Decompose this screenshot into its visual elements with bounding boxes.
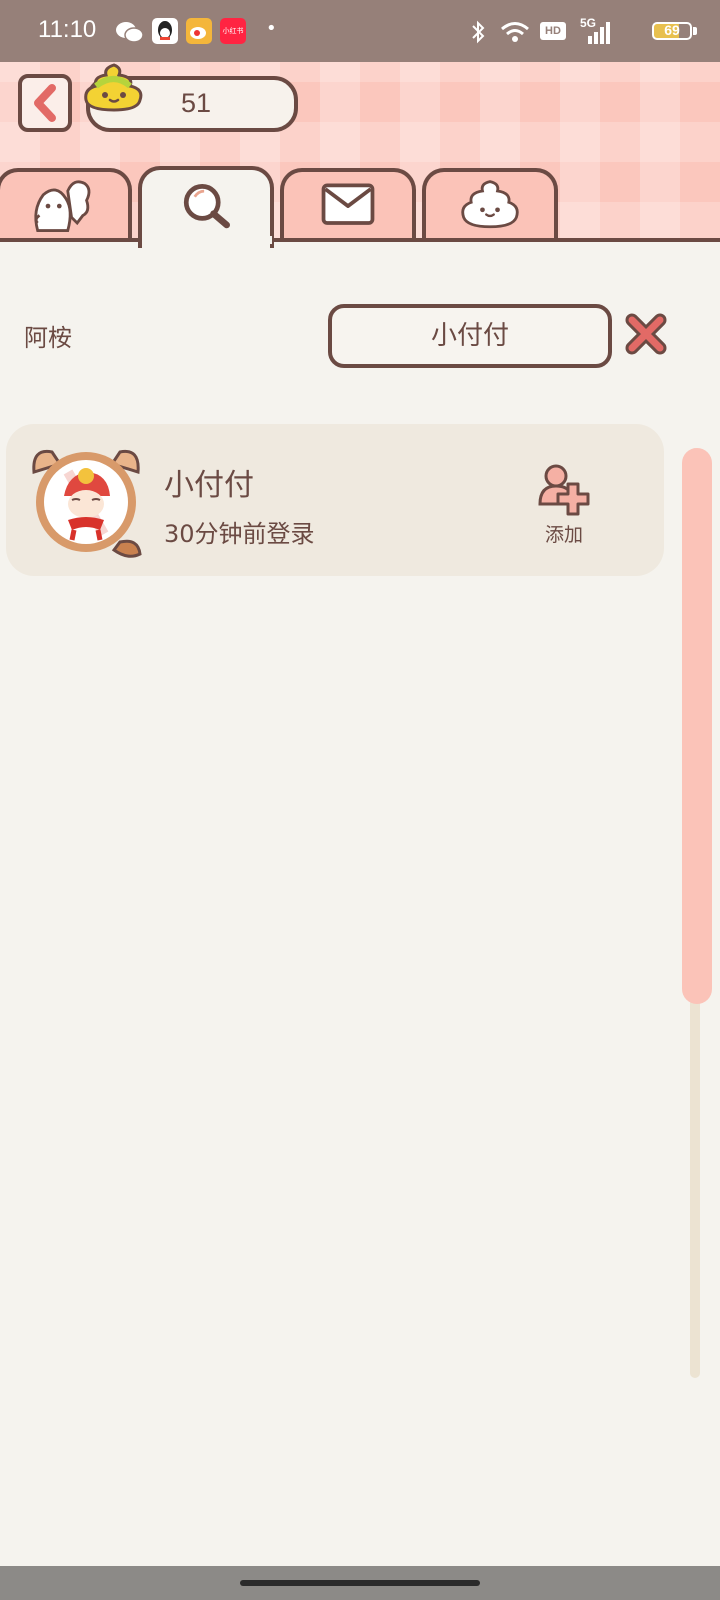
signal-icon bbox=[588, 22, 610, 44]
bluetooth-icon bbox=[472, 20, 485, 44]
user-result-card: 小付付 30分钟前登录 添加 bbox=[6, 424, 664, 576]
notification-dot: • bbox=[266, 18, 277, 39]
search-input[interactable]: 小付付 bbox=[328, 304, 612, 368]
tab-friends[interactable] bbox=[0, 168, 132, 242]
wechat-icon bbox=[116, 22, 144, 43]
ghost-friends-icon bbox=[34, 180, 91, 232]
avatar[interactable] bbox=[28, 442, 144, 560]
avatar-frame-icon bbox=[32, 449, 142, 558]
user-name: 小付付 bbox=[164, 468, 254, 503]
golden-poop-icon bbox=[84, 63, 143, 112]
header-divider bbox=[0, 238, 720, 242]
tab-poop[interactable] bbox=[422, 168, 558, 242]
wifi-icon bbox=[501, 22, 529, 42]
close-icon[interactable] bbox=[624, 312, 668, 356]
add-user-icon bbox=[538, 464, 590, 516]
status-bar: 11:10 小红书 • HD 5G 69 bbox=[0, 0, 720, 62]
hd-badge: HD bbox=[540, 22, 566, 40]
xiaohongshu-icon: 小红书 bbox=[220, 18, 246, 44]
weibo-icon bbox=[186, 18, 212, 44]
home-gesture-handle[interactable] bbox=[240, 1580, 480, 1586]
back-button[interactable] bbox=[18, 74, 72, 132]
scrollbar-thumb[interactable] bbox=[682, 448, 712, 1004]
envelope-icon bbox=[321, 183, 375, 225]
chevron-left-icon bbox=[34, 84, 56, 122]
user-last-login: 30分钟前登录 bbox=[164, 520, 315, 548]
header: 51 bbox=[0, 62, 720, 248]
add-friend-label: 添加 bbox=[544, 524, 583, 546]
battery-icon: 69 bbox=[652, 22, 692, 40]
add-friend-button[interactable]: 添加 bbox=[532, 464, 596, 548]
qq-icon bbox=[152, 18, 178, 44]
battery-level: 69 bbox=[664, 22, 680, 38]
system-nav-bar bbox=[0, 1566, 720, 1600]
poop-icon bbox=[461, 180, 519, 229]
tab-mail[interactable] bbox=[280, 168, 416, 242]
status-time: 11:10 bbox=[38, 16, 97, 43]
search-label: 阿桉 bbox=[24, 324, 72, 352]
